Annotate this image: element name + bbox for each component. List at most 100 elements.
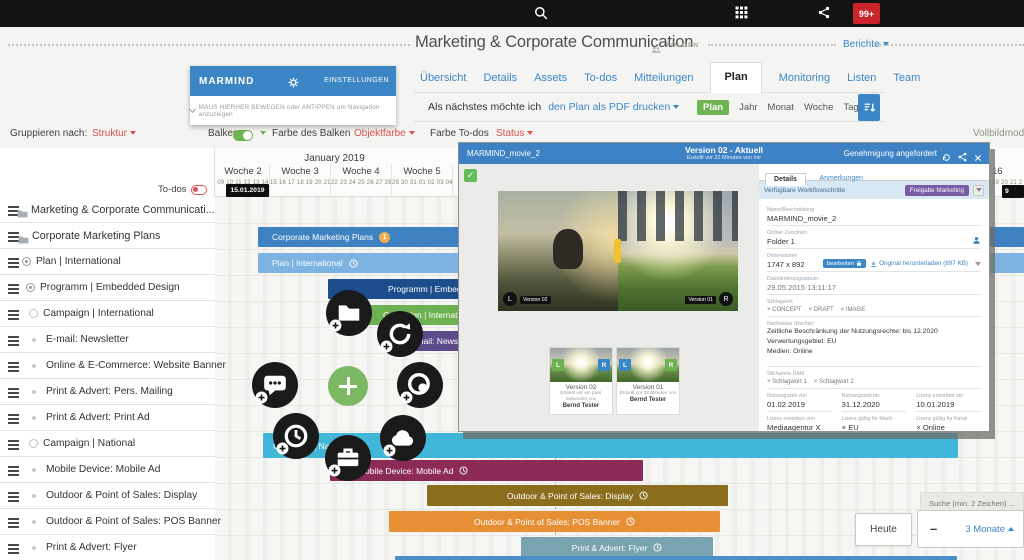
marmind-hint[interactable]: MAUS HIERHER BEWEGEN oder ANTIPPEN um Na… <box>190 96 396 125</box>
today-button[interactable]: Heute <box>855 513 912 546</box>
drag-handle-icon[interactable] <box>8 492 19 494</box>
tree-row[interactable]: Campaign | National <box>0 431 215 457</box>
tree-row[interactable]: Print & Advert: Flyer <box>0 535 215 560</box>
right-select-badge[interactable]: R <box>598 359 610 371</box>
tree-row[interactable]: E-mail: Newsletter <box>0 327 215 353</box>
drag-handle-icon[interactable] <box>8 440 19 442</box>
tab-mitteilungen[interactable]: Mitteilungen <box>634 72 693 93</box>
selected-date-box[interactable]: 15.01.2019 <box>226 184 269 197</box>
workflow-approve-button[interactable]: Freigabe Marketing <box>905 185 969 196</box>
date-field[interactable]: 10.01.2019 <box>916 399 981 412</box>
tree-row[interactable]: Corporate Marketing Plans <box>0 223 215 249</box>
tab-plan[interactable]: Plan <box>710 62 761 93</box>
drag-handle-icon[interactable] <box>8 336 19 338</box>
radial-add-message-button[interactable] <box>252 362 298 408</box>
tab-assets[interactable]: Assets <box>534 72 567 93</box>
radial-add-asset-button[interactable] <box>380 415 426 461</box>
radial-add-job-button[interactable] <box>325 435 371 481</box>
dam-tags-field[interactable]: × Schlagwort 1× Schlagwort 2 <box>767 377 981 389</box>
download-original-link[interactable]: Original herunterladen (897 KB) <box>870 260 968 268</box>
select-checkbox[interactable]: ✓ <box>464 169 477 182</box>
radial-add-plan-button[interactable] <box>326 290 372 336</box>
drag-handle-icon[interactable] <box>8 258 19 260</box>
chevron-down-icon[interactable] <box>975 262 981 266</box>
radial-add-campaign-button[interactable] <box>397 362 443 408</box>
version-card[interactable]: LRVersion 02Erstellt vor ein paar Sekund… <box>549 347 613 415</box>
tab-details[interactable]: Details <box>765 173 806 186</box>
drag-handle-icon[interactable] <box>8 414 19 416</box>
right-select-badge[interactable]: R <box>665 359 677 371</box>
workflow-more-button[interactable] <box>973 185 984 196</box>
tree-row[interactable]: Campaign | International <box>0 301 215 327</box>
gear-icon[interactable] <box>288 75 299 93</box>
view-jahr[interactable]: Jahr <box>739 102 757 113</box>
assign-user-icon[interactable] <box>972 236 981 245</box>
license-field[interactable]: × EU <box>842 422 907 431</box>
license-field[interactable]: Mediaagentur X <box>767 422 832 431</box>
left-select-badge[interactable]: L <box>552 359 564 371</box>
next-action-dropdown[interactable]: den Plan als PDF drucken <box>548 101 679 113</box>
todos-toggle[interactable] <box>191 185 207 195</box>
tree-row[interactable]: Online & E-Commerce: Website Banner <box>0 353 215 379</box>
tab-team[interactable]: Team <box>893 72 920 93</box>
apps-grid-icon[interactable] <box>735 6 748 24</box>
tab-anmerkungen[interactable]: Anmerkungen <box>819 175 863 182</box>
drag-handle-icon[interactable] <box>8 466 19 468</box>
follow-label[interactable]: FOLGEN <box>666 42 699 49</box>
view-woche[interactable]: Woche <box>804 102 833 113</box>
tag-chip[interactable]: × DRAFT <box>809 307 834 313</box>
share-icon[interactable] <box>818 6 830 24</box>
drag-handle-icon[interactable] <box>8 284 19 286</box>
drag-handle-icon[interactable] <box>8 518 19 520</box>
zoom-out-button[interactable]: – <box>918 521 937 538</box>
tab-details[interactable]: Details <box>483 72 517 93</box>
group-by-dropdown[interactable]: Struktur <box>92 128 136 139</box>
license-field[interactable]: × Online <box>916 422 981 431</box>
tree-row[interactable]: Print & Advert: Pers. Mailing <box>0 379 215 405</box>
zoom-level-dropdown[interactable]: 3 Monate <box>965 524 1023 535</box>
folder-field[interactable]: Folder 1 <box>767 236 981 249</box>
tag-chip[interactable]: × Schlagwort 2 <box>814 379 854 385</box>
view-monat[interactable]: Monat <box>768 102 794 113</box>
version-compare-viewer[interactable]: L Version 02 Version 01 R <box>498 191 738 311</box>
rights-field[interactable]: Zeitliche Beschränkung der Nutzungsrecht… <box>767 327 981 367</box>
tree-row[interactable]: Print & Advert: Print Ad <box>0 405 215 431</box>
tab-listen[interactable]: Listen <box>847 72 876 93</box>
tree-row[interactable]: Outdoor & Point of Sales: Display <box>0 483 215 509</box>
drag-handle-icon[interactable] <box>8 362 19 364</box>
sort-button[interactable] <box>858 94 880 121</box>
tag-chip[interactable]: × IMAGE <box>841 307 866 313</box>
date-box-fragment[interactable]: 9 <box>1002 185 1024 198</box>
view-plan[interactable]: Plan <box>697 100 729 115</box>
tag-chip[interactable]: × CONCEPT <box>767 307 802 313</box>
tree-row[interactable]: Programm | Embedded Design <box>0 275 215 301</box>
gantt-bar-outdoor-pos-display[interactable]: Outdoor & Point of Sales: Display <box>427 485 728 506</box>
tree-row[interactable]: Mobile Device: Mobile Ad <box>0 457 215 483</box>
bars-toggle-dropdown[interactable] <box>257 128 266 139</box>
fullscreen-link[interactable]: Vollbildmodu <box>973 128 1024 139</box>
bars-toggle[interactable] <box>233 130 253 141</box>
bar-color-dropdown[interactable]: Objektfarbe <box>354 128 415 139</box>
tab-uebersicht[interactable]: Übersicht <box>420 72 466 93</box>
radial-add-time-button[interactable] <box>273 413 319 459</box>
tab-todos[interactable]: To-dos <box>584 72 617 93</box>
drag-handle-icon[interactable] <box>8 544 19 546</box>
notification-badge[interactable]: 99+ <box>853 3 880 24</box>
name-field[interactable]: MARMIND_movie_2 <box>767 213 981 226</box>
left-select-badge[interactable]: L <box>619 359 631 371</box>
date-field[interactable]: 01.02.2019 <box>767 399 832 412</box>
settings-button[interactable]: EINSTELLUNGEN <box>324 77 389 84</box>
gantt-bar-outdoor-pos-banner[interactable]: Outdoor & Point of Sales: POS Banner <box>389 511 720 532</box>
drag-handle-icon[interactable] <box>8 388 19 390</box>
edit-button[interactable]: bearbeiten <box>823 259 866 268</box>
tree-row[interactable]: Plan | International <box>0 249 215 275</box>
tab-monitoring[interactable]: Monitoring <box>779 72 830 93</box>
compare-slider-handle[interactable] <box>614 239 621 263</box>
tree-row[interactable]: Marketing & Corporate Communicati... <box>0 197 215 223</box>
search-icon[interactable] <box>534 6 548 25</box>
tags-field[interactable]: × CONCEPT × DRAFT × IMAGE <box>767 305 981 317</box>
reports-link[interactable]: Berichte <box>843 39 889 50</box>
gantt-bar-partial-next-row[interactable] <box>395 556 957 560</box>
marmind-nav-widget[interactable]: MARMIND EINSTELLUNGEN MAUS HIERHER BEWEG… <box>190 66 396 125</box>
radial-add-button[interactable] <box>328 366 368 406</box>
